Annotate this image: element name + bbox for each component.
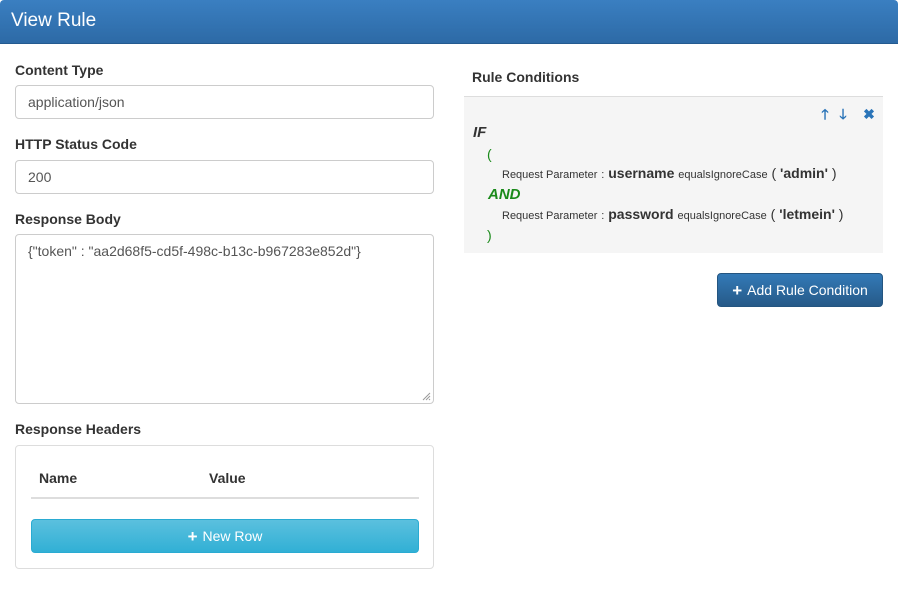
- condition-operator: equalsIgnoreCase: [678, 169, 768, 181]
- title-bar: View Rule: [0, 0, 898, 44]
- status-code-label: HTTP Status Code: [15, 136, 137, 152]
- table-header-divider: [31, 497, 419, 499]
- and-keyword: AND: [488, 186, 521, 203]
- condition-field: username: [608, 165, 675, 181]
- condition-field: password: [608, 206, 674, 222]
- dialog-title: View Rule: [11, 10, 97, 31]
- response-headers-label: Response Headers: [15, 421, 142, 437]
- arrow-up-icon[interactable]: 🡑: [818, 107, 832, 121]
- rule-conditions-panel: 🡑 🡓 ✖ IF ( Request Parameter : username …: [464, 96, 883, 253]
- column-header-value: Value: [209, 470, 246, 486]
- add-rule-condition-label: Add Rule Condition: [747, 282, 868, 298]
- add-rule-condition-button[interactable]: + Add Rule Condition: [717, 273, 883, 307]
- condition-separator: :: [601, 210, 605, 222]
- plus-icon: +: [187, 526, 198, 546]
- close-icon[interactable]: ✖: [862, 107, 876, 121]
- status-code-field[interactable]: 200: [15, 160, 434, 194]
- condition-open: (: [770, 206, 776, 222]
- condition-open: (: [771, 165, 777, 181]
- condition-row[interactable]: Request Parameter : password equalsIgnor…: [502, 206, 843, 222]
- condition-source: Request Parameter: [502, 210, 598, 222]
- if-keyword: IF: [473, 124, 487, 141]
- new-row-button-label: New Row: [202, 528, 263, 544]
- plus-icon: +: [732, 280, 743, 300]
- resize-grip-icon[interactable]: [422, 392, 431, 401]
- arrow-down-icon[interactable]: 🡓: [836, 107, 850, 121]
- condition-operator: equalsIgnoreCase: [677, 210, 767, 222]
- content-type-field[interactable]: application/json: [15, 85, 434, 119]
- condition-value: 'admin': [780, 165, 828, 181]
- condition-close: ): [838, 206, 844, 222]
- new-row-button[interactable]: + New Row: [31, 519, 419, 553]
- response-body-text: {"token" : "aa2d68f5-cd5f-498c-b13c-b967…: [28, 243, 361, 259]
- condition-value: 'letmein': [779, 206, 835, 222]
- content-type-label: Content Type: [15, 62, 104, 78]
- condition-source: Request Parameter: [502, 169, 598, 181]
- condition-close: ): [831, 165, 837, 181]
- condition-separator: :: [601, 169, 605, 181]
- open-paren: (: [487, 146, 492, 162]
- close-paren: ): [487, 227, 492, 243]
- column-header-name: Name: [39, 470, 78, 486]
- response-body-textarea[interactable]: {"token" : "aa2d68f5-cd5f-498c-b13c-b967…: [15, 234, 434, 404]
- rule-conditions-title: Rule Conditions: [472, 69, 580, 85]
- response-body-label: Response Body: [15, 211, 121, 227]
- condition-row[interactable]: Request Parameter : username equalsIgnor…: [502, 165, 836, 181]
- response-headers-panel: Name Value + New Row: [15, 445, 434, 569]
